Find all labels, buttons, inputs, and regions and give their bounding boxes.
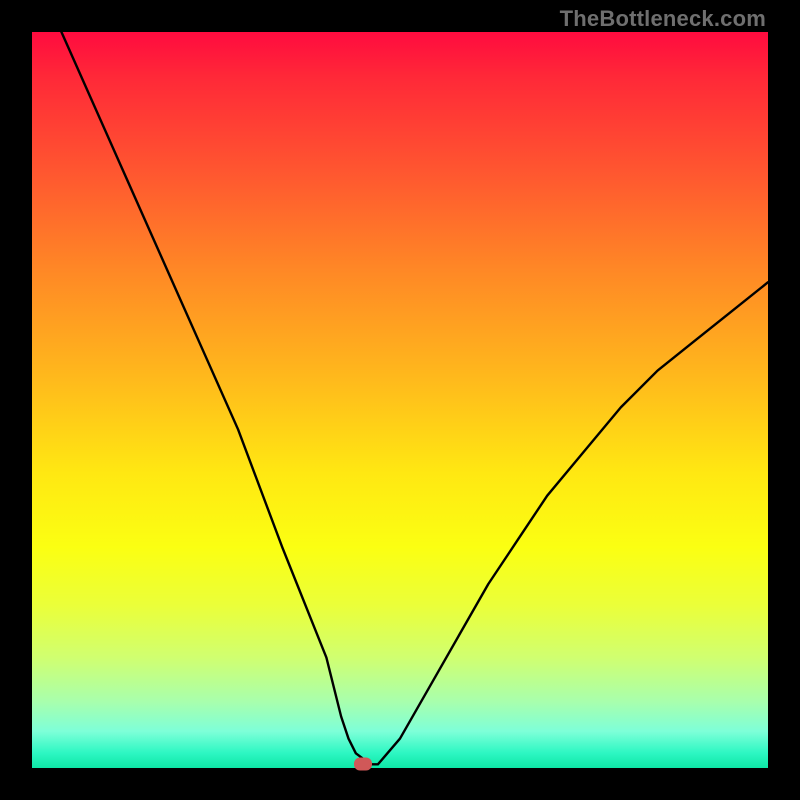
curve-layer bbox=[32, 32, 768, 768]
chart-frame: TheBottleneck.com bbox=[0, 0, 800, 800]
optimal-point-marker bbox=[354, 757, 372, 770]
plot-area bbox=[32, 32, 768, 768]
bottleneck-curve bbox=[61, 32, 768, 764]
watermark-label: TheBottleneck.com bbox=[560, 6, 766, 32]
